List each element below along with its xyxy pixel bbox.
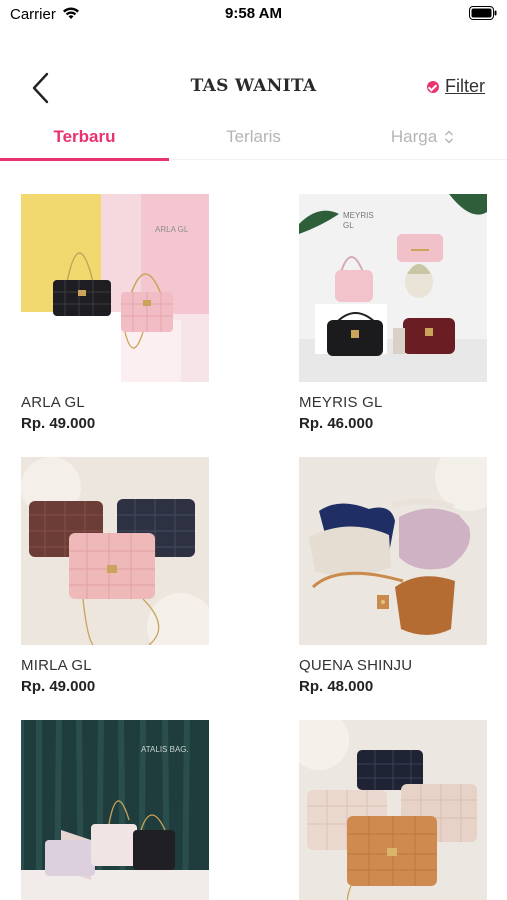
product-card[interactable]: QUENA SHINJU Rp. 48.000	[299, 457, 487, 695]
product-name: MIRLA GL	[21, 657, 92, 674]
tab-label: Terlaris	[226, 126, 281, 146]
product-image	[299, 457, 487, 645]
product-image: ARLA GL	[21, 194, 209, 382]
back-button[interactable]	[26, 70, 56, 106]
photo-caption: ARLA GL	[155, 225, 189, 234]
nav-bar: TAS WANITA Filter	[0, 60, 507, 116]
product-card[interactable]: ATALIS BAG.	[21, 720, 209, 900]
product-image: MEYRIS GL	[299, 194, 487, 382]
check-circle-icon	[427, 80, 439, 93]
filter-button[interactable]: Filter	[427, 76, 485, 97]
product-name: QUENA SHINJU	[299, 657, 413, 674]
product-price: Rp. 48.000	[299, 678, 374, 695]
product-price: Rp. 49.000	[21, 678, 96, 695]
sort-chevron-icon	[445, 130, 454, 143]
product-name: MEYRIS GL	[299, 394, 383, 411]
product-image	[21, 457, 209, 645]
tab-terbaru[interactable]: Terbaru	[0, 113, 169, 161]
product-name: ARLA GL	[21, 394, 85, 411]
tab-harga[interactable]: Harga	[338, 113, 507, 160]
sort-tabs: Terbaru Terlaris Harga	[0, 113, 507, 161]
product-image	[299, 720, 487, 900]
product-card[interactable]: MEYRIS GL MEYRIS GL Rp. 46.000	[299, 194, 487, 432]
filter-label: Filter	[445, 76, 485, 96]
product-card[interactable]	[299, 720, 487, 900]
status-time: 9:58 AM	[225, 5, 282, 22]
tab-label: Terbaru	[53, 126, 116, 146]
photo-caption: MEYRIS	[343, 211, 374, 220]
status-bar: Carrier 9:58 AM	[0, 0, 507, 30]
photo-caption: ATALIS BAG.	[141, 745, 189, 754]
product-image: ATALIS BAG.	[21, 720, 209, 900]
battery-icon	[469, 6, 497, 20]
tab-label: Harga	[390, 126, 438, 146]
tab-terlaris[interactable]: Terlaris	[169, 113, 338, 160]
product-card[interactable]: MIRLA GL Rp. 49.000	[21, 457, 209, 695]
product-card[interactable]: ARLA GL ARLA GL Rp. 49.000	[21, 194, 209, 432]
product-price: Rp. 49.000	[21, 415, 96, 432]
product-price: Rp. 46.000	[299, 415, 374, 432]
photo-caption: GL	[343, 221, 354, 230]
